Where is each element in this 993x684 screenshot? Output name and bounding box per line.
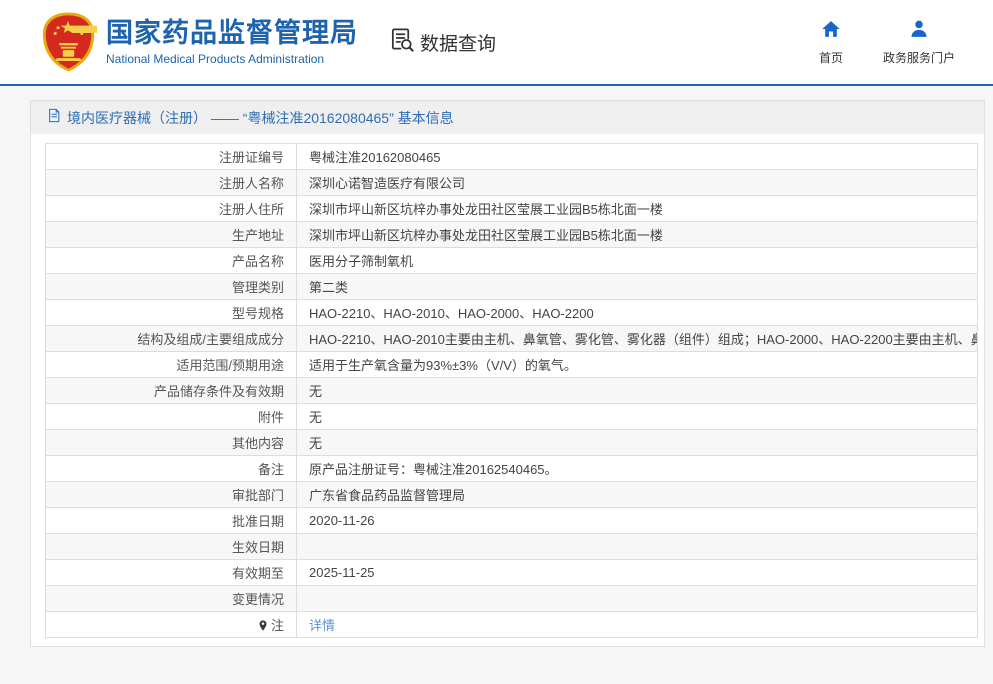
row-value xyxy=(297,534,978,560)
org-name-en: National Medical Products Administration xyxy=(106,52,358,66)
home-icon xyxy=(821,19,841,44)
document-icon xyxy=(47,108,61,128)
user-icon xyxy=(909,19,929,44)
info-table-body: 注册证编号粤械注准20162080465注册人名称深圳心诺智造医疗有限公司注册人… xyxy=(46,144,978,638)
row-value: 原产品注册证号：粤械注准20162540465。 xyxy=(297,456,978,482)
row-label: 注 xyxy=(46,612,297,638)
nav-item-label: 政务服务门户 xyxy=(883,49,955,66)
row-label: 产品储存条件及有效期 xyxy=(46,378,297,404)
row-value: 第二类 xyxy=(297,274,978,300)
row-label: 产品名称 xyxy=(46,248,297,274)
table-row: 注册人住所深圳市坪山新区坑梓办事处龙田社区莹展工业园B5栋北面一楼 xyxy=(46,196,978,222)
page-title-bar: 境内医疗器械（注册） —— “粤械注准20162080465” 基本信息 xyxy=(31,101,984,134)
row-label: 型号规格 xyxy=(46,300,297,326)
registration-info-table: 注册证编号粤械注准20162080465注册人名称深圳心诺智造医疗有限公司注册人… xyxy=(45,143,978,638)
row-label: 生效日期 xyxy=(46,534,297,560)
row-value: HAO-2210、HAO-2010、HAO-2000、HAO-2200 xyxy=(297,300,978,326)
table-row: 生产地址深圳市坪山新区坑梓办事处龙田社区莹展工业园B5栋北面一楼 xyxy=(46,222,978,248)
row-label: 备注 xyxy=(46,456,297,482)
nav-item-label: 首页 xyxy=(819,49,843,66)
row-label: 注册人住所 xyxy=(46,196,297,222)
table-row: 批准日期2020-11-26 xyxy=(46,508,978,534)
detail-link[interactable]: 详情 xyxy=(309,618,335,633)
row-value: HAO-2210、HAO-2010主要由主机、鼻氧管、雾化管、雾化器（组件）组成… xyxy=(297,326,978,352)
row-value: 无 xyxy=(297,430,978,456)
nmpa-logo: 国家药品监督管理局 National Medical Products Admi… xyxy=(40,11,358,73)
row-value: 粤械注准20162080465 xyxy=(297,144,978,170)
document-search-icon xyxy=(388,26,415,58)
top-nav: 首页 政务服务门户 xyxy=(819,19,955,66)
header: 国家药品监督管理局 National Medical Products Admi… xyxy=(0,0,993,86)
national-emblem-icon xyxy=(40,11,97,73)
row-value: 广东省食品药品监督管理局 xyxy=(297,482,978,508)
data-query-label: 数据查询 xyxy=(420,29,496,56)
row-value: 无 xyxy=(297,378,978,404)
org-names: 国家药品监督管理局 National Medical Products Admi… xyxy=(106,18,358,65)
row-label: 结构及组成/主要组成成分 xyxy=(46,326,297,352)
table-row: 注册证编号粤械注准20162080465 xyxy=(46,144,978,170)
row-value: 深圳心诺智造医疗有限公司 xyxy=(297,170,978,196)
table-row: 附件无 xyxy=(46,404,978,430)
row-value: 2020-11-26 xyxy=(297,508,978,534)
table-row: 结构及组成/主要组成成分HAO-2210、HAO-2010主要由主机、鼻氧管、雾… xyxy=(46,326,978,352)
nav-item-portal[interactable]: 政务服务门户 xyxy=(883,19,955,66)
row-label: 批准日期 xyxy=(46,508,297,534)
data-query-nav[interactable]: 数据查询 xyxy=(388,26,496,58)
table-row: 型号规格HAO-2210、HAO-2010、HAO-2000、HAO-2200 xyxy=(46,300,978,326)
row-value: 深圳市坪山新区坑梓办事处龙田社区莹展工业园B5栋北面一楼 xyxy=(297,196,978,222)
row-value: 适用于生产氧含量为93%±3%（V/V）的氧气。 xyxy=(297,352,978,378)
page-title: 境内医疗器械（注册） —— “粤械注准20162080465” 基本信息 xyxy=(67,108,454,128)
table-row: 产品名称医用分子筛制氧机 xyxy=(46,248,978,274)
row-label: 附件 xyxy=(46,404,297,430)
table-row: 其他内容无 xyxy=(46,430,978,456)
row-label: 有效期至 xyxy=(46,560,297,586)
row-value: 无 xyxy=(297,404,978,430)
table-row: 变更情况 xyxy=(46,586,978,612)
table-row: 注详情 xyxy=(46,612,978,638)
row-label: 注册人名称 xyxy=(46,170,297,196)
row-value: 2025-11-25 xyxy=(297,560,978,586)
table-row: 生效日期 xyxy=(46,534,978,560)
row-label: 审批部门 xyxy=(46,482,297,508)
registration-detail-panel: 境内医疗器械（注册） —— “粤械注准20162080465” 基本信息 注册证… xyxy=(30,100,985,647)
row-label: 注册证编号 xyxy=(46,144,297,170)
row-value xyxy=(297,586,978,612)
row-label: 生产地址 xyxy=(46,222,297,248)
row-value: 医用分子筛制氧机 xyxy=(297,248,978,274)
table-row: 管理类别第二类 xyxy=(46,274,978,300)
table-row: 适用范围/预期用途适用于生产氧含量为93%±3%（V/V）的氧气。 xyxy=(46,352,978,378)
table-row: 审批部门广东省食品药品监督管理局 xyxy=(46,482,978,508)
table-row: 备注原产品注册证号：粤械注准20162540465。 xyxy=(46,456,978,482)
org-name-zh: 国家药品监督管理局 xyxy=(106,18,358,49)
row-label: 变更情况 xyxy=(46,586,297,612)
table-row: 注册人名称深圳心诺智造医疗有限公司 xyxy=(46,170,978,196)
row-label: 其他内容 xyxy=(46,430,297,456)
note-pin-icon xyxy=(258,618,268,633)
row-value: 详情 xyxy=(297,612,978,638)
row-value: 深圳市坪山新区坑梓办事处龙田社区莹展工业园B5栋北面一楼 xyxy=(297,222,978,248)
nav-item-home[interactable]: 首页 xyxy=(819,19,843,66)
table-row: 产品储存条件及有效期无 xyxy=(46,378,978,404)
table-row: 有效期至2025-11-25 xyxy=(46,560,978,586)
row-label: 适用范围/预期用途 xyxy=(46,352,297,378)
row-label: 管理类别 xyxy=(46,274,297,300)
